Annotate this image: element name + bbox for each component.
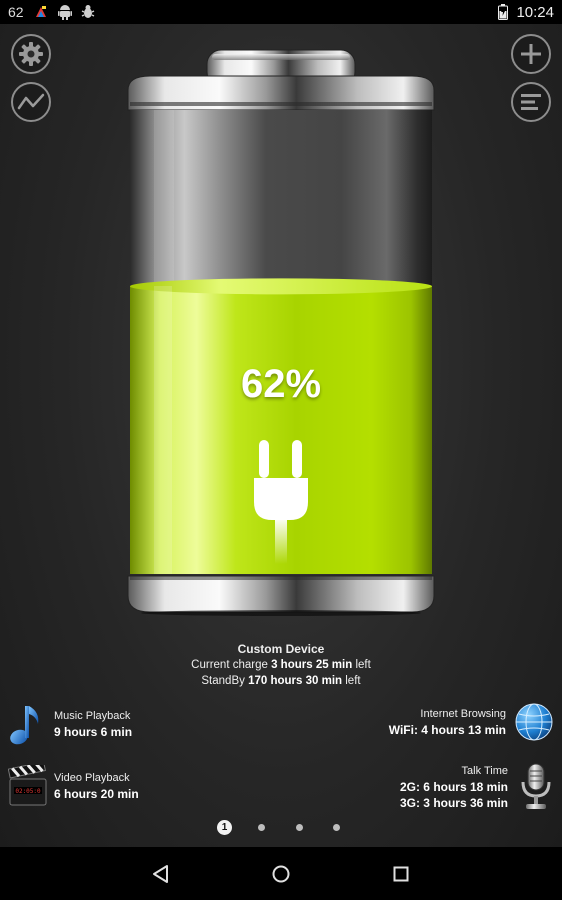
history-graph-button[interactable] xyxy=(11,82,51,122)
clapperboard-icon: 02:05:0 xyxy=(8,765,47,806)
battery-percent-label: 62% xyxy=(240,362,322,406)
microphone-icon xyxy=(521,763,551,809)
add-icon xyxy=(521,44,541,64)
menu-button[interactable] xyxy=(511,82,551,122)
standby-line: StandBy 170 hours 30 min left xyxy=(201,675,361,687)
status-clock: 10:24 xyxy=(516,3,554,21)
talk-time-2g-value: 2G: 6 hours 18 min xyxy=(399,780,508,794)
stat-internet-browsing[interactable]: Internet Browsing WiFi: 4 hours 13 min xyxy=(389,702,554,742)
talk-time-3g-value: 3G: 3 hours 36 min xyxy=(399,796,508,810)
status-left: 62 xyxy=(8,4,95,20)
back-icon xyxy=(153,865,168,883)
device-info: Custom Device Current charge 3 hours 25 … xyxy=(0,641,562,689)
stat-talk-time[interactable]: Talk Time 2G: 6 hours 18 min 3G: 3 hours… xyxy=(400,762,554,812)
music-playback-label: Music Playback xyxy=(54,710,131,722)
menu-lines-icon xyxy=(521,94,541,110)
recents-icon xyxy=(393,866,409,882)
music-playback-value: 9 hours 6 min xyxy=(54,725,133,739)
standby-value: 170 hours 30 min xyxy=(248,675,343,687)
current-charge-value: 3 hours 25 min xyxy=(271,659,353,671)
status-battery-level-text: 62 xyxy=(8,4,24,20)
current-charge-line: Current charge 3 hours 25 min left xyxy=(191,659,371,671)
back-button[interactable] xyxy=(148,861,174,887)
recents-button[interactable] xyxy=(388,861,414,887)
globe-icon xyxy=(515,703,553,741)
battery-graphic[interactable] xyxy=(126,46,436,616)
music-note-icon xyxy=(10,706,39,745)
svg-text:02:05:0: 02:05:0 xyxy=(15,788,41,795)
page-dot-4[interactable] xyxy=(333,824,340,831)
android-icon xyxy=(57,5,72,20)
internet-browsing-label: Internet Browsing xyxy=(420,708,506,720)
device-name: Custom Device xyxy=(237,642,325,656)
internet-browsing-value: WiFi: 4 hours 13 min xyxy=(388,723,506,737)
stat-music-playback[interactable]: Music Playback 9 hours 6 min xyxy=(8,702,132,746)
status-right: 10:24 xyxy=(498,4,554,21)
video-playback-label: Video Playback xyxy=(54,772,130,784)
page-indicator: 1 xyxy=(0,820,562,836)
trend-icon xyxy=(17,93,45,110)
add-button[interactable] xyxy=(511,34,551,74)
battery-status-icon xyxy=(498,4,509,20)
app-notification-icon xyxy=(35,6,46,17)
page-dot-2[interactable] xyxy=(258,824,265,831)
bug-icon xyxy=(81,5,94,18)
navigation-bar xyxy=(0,847,562,900)
gear-icon xyxy=(19,42,43,66)
video-playback-value: 6 hours 20 min xyxy=(54,787,139,801)
page-dot-3[interactable] xyxy=(296,824,303,831)
home-icon xyxy=(272,865,290,883)
page-dot-1[interactable]: 1 xyxy=(217,820,232,835)
talk-time-label: Talk Time xyxy=(461,765,508,777)
settings-button[interactable] xyxy=(11,34,51,74)
stat-video-playback[interactable]: 02:05:0 Video Playback 6 hours 20 min xyxy=(8,765,139,807)
status-bar: 62 10:24 xyxy=(0,0,562,24)
home-button[interactable] xyxy=(268,861,294,887)
